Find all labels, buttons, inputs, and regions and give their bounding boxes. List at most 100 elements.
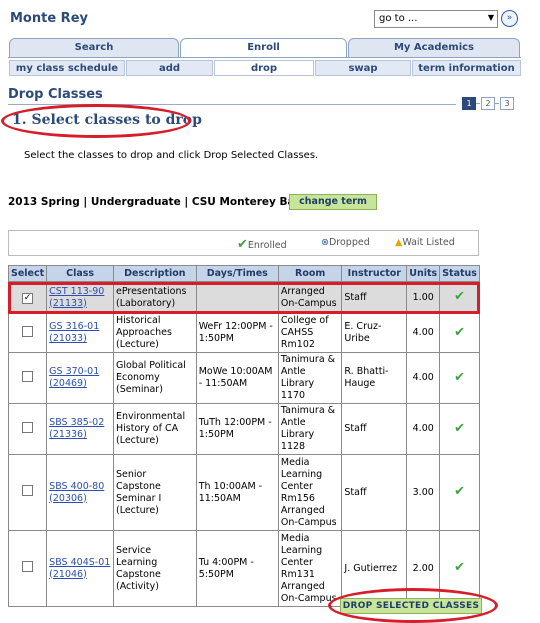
- subtab-swap[interactable]: swap: [315, 60, 411, 76]
- units-cell: 4.00: [406, 403, 441, 455]
- units-cell: 3.00: [406, 454, 441, 531]
- annotation-oval: [328, 588, 498, 623]
- col-select: Select: [7, 265, 48, 282]
- select-cell: [7, 352, 48, 404]
- col-days-times: Days/Times: [195, 265, 279, 282]
- enrolled-check-icon: ✔: [454, 560, 466, 575]
- legend-enrolled: ✔Enrolled: [237, 237, 287, 252]
- instructor-cell: Staff: [341, 454, 408, 531]
- select-checkbox[interactable]: [22, 325, 34, 337]
- class-cell: SBS 400-80 (20306): [46, 454, 114, 531]
- dropped-icon: ⊗: [321, 237, 329, 248]
- drop-classes-table: Select Class Description Days/Times Room…: [7, 265, 480, 607]
- check-icon: ✔: [237, 237, 248, 252]
- col-description: Description: [112, 265, 197, 282]
- step-connector: [495, 103, 499, 104]
- col-room: Room: [277, 265, 343, 282]
- enrolled-check-icon: ✔: [454, 369, 466, 385]
- class-link[interactable]: GS 316-01: [49, 321, 99, 332]
- tab-my-academics[interactable]: My Academics: [348, 38, 520, 57]
- subtab-drop[interactable]: drop: [214, 60, 314, 76]
- enrolled-check-icon: ✔: [454, 324, 466, 340]
- class-number-link[interactable]: (21336): [49, 429, 87, 440]
- class-number-link[interactable]: (20306): [49, 493, 87, 504]
- status-legend: ✔Enrolled ⊗Dropped ▲Wait Listed: [8, 230, 479, 256]
- select-checkbox[interactable]: [22, 421, 34, 433]
- status-cell: ✔: [439, 403, 480, 455]
- annotation-row-highlight: [8, 282, 480, 314]
- goto-value: go to ...: [379, 13, 418, 24]
- change-term-button[interactable]: change term: [289, 194, 377, 210]
- room-cell: College of CAHSS Rm102: [277, 313, 343, 353]
- col-instructor: Instructor: [341, 265, 408, 282]
- class-link[interactable]: SBS 404S-01: [49, 557, 110, 568]
- table-row: GS 316-01 (21033) Historical Approaches (…: [7, 313, 480, 353]
- table-header-row: Select Class Description Days/Times Room…: [7, 265, 480, 282]
- table-row: SBS 400-80 (20306) Senior Capstone Semina…: [7, 454, 480, 531]
- legend-wait-listed: ▲Wait Listed: [395, 237, 455, 248]
- days-times-cell: MoWe 10:00AM - 11:50AM: [195, 352, 279, 404]
- select-checkbox[interactable]: [22, 561, 34, 572]
- class-number-link[interactable]: (20469): [49, 378, 87, 389]
- class-link[interactable]: SBS 400-80: [49, 481, 104, 492]
- class-cell: SBS 404S-01 (21046): [46, 530, 114, 607]
- table-row: GS 370-01 (20469) Global Political Econom…: [7, 352, 480, 404]
- class-link[interactable]: GS 370-01: [49, 366, 99, 377]
- step-2-indicator: 2: [481, 97, 495, 110]
- instructor-cell: Staff: [341, 403, 408, 455]
- goto-dropdown[interactable]: go to ... ▼: [374, 10, 498, 28]
- subtab-add[interactable]: add: [126, 60, 213, 76]
- enrolled-check-icon: ✔: [454, 484, 466, 499]
- select-cell: [7, 454, 48, 531]
- status-cell: ✔: [439, 313, 480, 353]
- campus-name: Monte Rey: [10, 11, 88, 26]
- room-cell: Tanimura & Antle Library 1128: [277, 403, 343, 455]
- description-cell: Historical Approaches (Lecture): [112, 313, 197, 353]
- select-cell: [7, 530, 48, 607]
- col-units: Units: [406, 265, 441, 282]
- step-connector: [476, 103, 480, 104]
- instructor-cell: E. Cruz-Uribe: [341, 313, 408, 353]
- room-cell: Tanimura & Antle Library 1170: [277, 352, 343, 404]
- days-times-cell: Tu 4:00PM - 5:50PM: [195, 530, 279, 607]
- page-title: Drop Classes: [8, 87, 103, 102]
- description-cell: Senior Capstone Seminar I (Lecture): [112, 454, 197, 531]
- tab-divider: [8, 57, 521, 58]
- table-row: SBS 385-02 (21336) Environmental History …: [7, 403, 480, 455]
- class-number-link[interactable]: (21033): [49, 333, 87, 344]
- select-cell: [7, 403, 48, 455]
- class-cell: GS 370-01 (20469): [46, 352, 114, 404]
- col-class: Class: [46, 265, 114, 282]
- select-checkbox[interactable]: [22, 370, 34, 382]
- class-cell: SBS 385-02 (21336): [46, 403, 114, 455]
- class-link[interactable]: SBS 385-02: [49, 417, 104, 428]
- description-cell: Global Political Economy (Seminar): [112, 352, 197, 404]
- subtab-term-information[interactable]: term information: [412, 60, 521, 76]
- tab-enroll[interactable]: Enroll: [180, 38, 347, 58]
- goto-button[interactable]: »: [501, 10, 518, 27]
- days-times-cell: WeFr 12:00PM - 1:50PM: [195, 313, 279, 353]
- description-cell: Environmental History of CA (Lecture): [112, 403, 197, 455]
- step-1-indicator: 1: [462, 97, 476, 110]
- instructor-cell: R. Bhatti-Hauge: [341, 352, 408, 404]
- col-status: Status: [439, 265, 480, 282]
- term-label: 2013 Spring | Undergraduate | CSU Monter…: [8, 196, 302, 208]
- annotation-oval: [1, 104, 191, 138]
- step-3-indicator: 3: [500, 97, 514, 110]
- description-cell: Service Learning Capstone (Activity): [112, 530, 197, 607]
- instruction-text: Select the classes to drop and click Dro…: [24, 150, 319, 161]
- enrolled-check-icon: ✔: [454, 420, 466, 436]
- class-cell: GS 316-01 (21033): [46, 313, 114, 353]
- days-times-cell: TuTh 12:00PM - 1:50PM: [195, 403, 279, 455]
- subtab-my-class-schedule[interactable]: my class schedule: [9, 60, 125, 76]
- units-cell: 4.00: [406, 313, 441, 353]
- status-cell: ✔: [439, 454, 480, 531]
- class-number-link[interactable]: (21046): [49, 569, 87, 580]
- units-cell: 4.00: [406, 352, 441, 404]
- status-cell: ✔: [439, 352, 480, 404]
- tab-search[interactable]: Search: [9, 38, 179, 57]
- legend-dropped: ⊗Dropped: [321, 237, 370, 248]
- room-cell: Media Learning Center Rm131 Arranged On-…: [277, 530, 343, 607]
- select-cell: [7, 313, 48, 353]
- select-checkbox[interactable]: [22, 485, 34, 496]
